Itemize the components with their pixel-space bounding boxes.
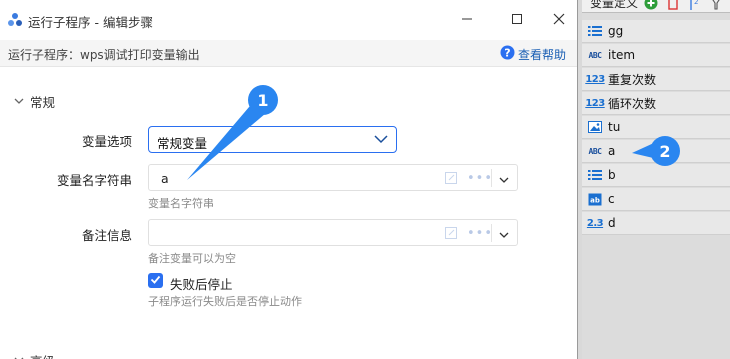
chevron-down-icon [374,133,388,148]
stop-on-fail-checkbox[interactable] [148,273,163,288]
variable-name: 重复次数 [608,72,657,87]
checkmark-icon [150,274,161,288]
variable-list: gg ABC item 123 重复次数 123 循环次数 tu ABC a b… [582,20,730,236]
svg-text:?: ? [504,47,510,60]
svg-text:2: 2 [694,0,698,6]
list-icon [588,24,602,38]
section-normal-header[interactable]: 常规 [14,92,55,111]
variable-panel: 变量定义 2 gg ABC item 123 重复次数 123 循环次数 tu … [582,0,730,359]
var-option-label: 变量选项 [81,134,132,149]
chevron-down-icon[interactable] [499,173,509,187]
decimal-icon: 2.3 [586,217,604,229]
image-icon [588,120,602,134]
var-name-label: 变量名字符串 [56,173,132,188]
variable-name: c [608,192,615,206]
app-logo-icon [7,12,23,28]
text-box-icon: ab [588,192,602,206]
minimize-button[interactable] [452,8,482,32]
var-option-select[interactable]: 常规变量 [148,126,397,153]
section-advanced-label: 高级 [30,351,55,359]
variable-panel-title: 变量定义 [590,0,639,10]
remark-label: 备注信息 [81,228,132,243]
var-name-field[interactable]: a ••• [148,164,518,191]
field-divider [491,169,492,187]
more-icon[interactable]: ••• [467,171,493,186]
variable-item-d[interactable]: 2.3 d [582,212,730,235]
chevron-down-icon [14,353,24,359]
variable-item-loop-count[interactable]: 123 循环次数 [582,92,730,115]
var-name-value: a [161,171,169,186]
expand-icon[interactable] [445,227,457,242]
variable-item-c[interactable]: ab c [582,188,730,211]
close-button[interactable] [544,8,574,32]
svg-text:ab: ab [590,196,600,204]
edit-step-dialog: 运行子程序 - 编辑步骤 运行子程序：wps调试打印变量输出 ? 查看帮助 常规… [0,0,578,359]
question-icon: ? [500,45,515,63]
remark-field[interactable]: ••• [148,219,518,246]
step-subheader: 运行子程序：wps调试打印变量输出 ? 查看帮助 [0,40,577,67]
variable-panel-toolbar: 变量定义 2 [582,0,730,13]
variable-item-item[interactable]: ABC item [582,44,730,67]
chevron-down-icon [14,94,24,109]
window-title: 运行子程序 - 编辑步骤 [28,15,153,30]
maximize-icon [511,13,523,28]
abc-icon: ABC [588,50,602,60]
variable-item-repeat-count[interactable]: 123 重复次数 [582,68,730,91]
var-name-hint: 变量名字符串 [148,197,214,210]
variable-name: tu [608,120,621,134]
variable-name: 循环次数 [608,96,657,111]
variable-name: item [608,48,636,62]
expand-icon[interactable] [445,172,457,187]
subprogram-title: 运行子程序：wps调试打印变量输出 [8,48,200,62]
more-icon[interactable]: ••• [467,226,493,241]
help-label: 查看帮助 [518,47,567,62]
var-option-value: 常规变量 [157,136,208,151]
variable-item-gg[interactable]: gg [582,20,730,43]
add-variable-icon[interactable] [644,0,658,12]
abc-icon: ABC [588,146,602,156]
number-icon: 123 [585,97,605,109]
section-normal-label: 常规 [30,95,56,110]
minimize-icon [461,13,473,28]
variable-name: a [608,144,616,158]
variable-name: b [608,168,616,182]
list-icon [588,168,602,182]
field-divider [491,224,492,242]
variable-item-b[interactable]: b [582,164,730,187]
variable-name: gg [608,24,624,38]
stop-on-fail-label[interactable]: 失败后停止 [170,274,233,293]
callout-badge-1: 1 [248,85,278,115]
delete-variable-icon[interactable] [667,0,679,12]
variable-item-tu[interactable]: tu [582,116,730,139]
filter-variables-icon[interactable] [710,0,722,12]
callout-badge-2: 2 [650,136,680,166]
number-icon: 123 [585,73,605,85]
stop-on-fail-hint: 子程序运行失败后是否停止动作 [148,295,302,308]
help-link[interactable]: ? 查看帮助 [500,45,566,63]
close-icon [553,13,565,28]
section-advanced-header[interactable]: 高级 [14,351,55,359]
variable-name: d [608,216,616,230]
title-bar[interactable]: 运行子程序 - 编辑步骤 [0,0,577,40]
sort-variables-icon[interactable]: 2 [689,0,701,12]
maximize-button[interactable] [502,8,532,32]
remark-hint: 备注变量可以为空 [148,252,236,265]
chevron-down-icon[interactable] [499,228,509,242]
